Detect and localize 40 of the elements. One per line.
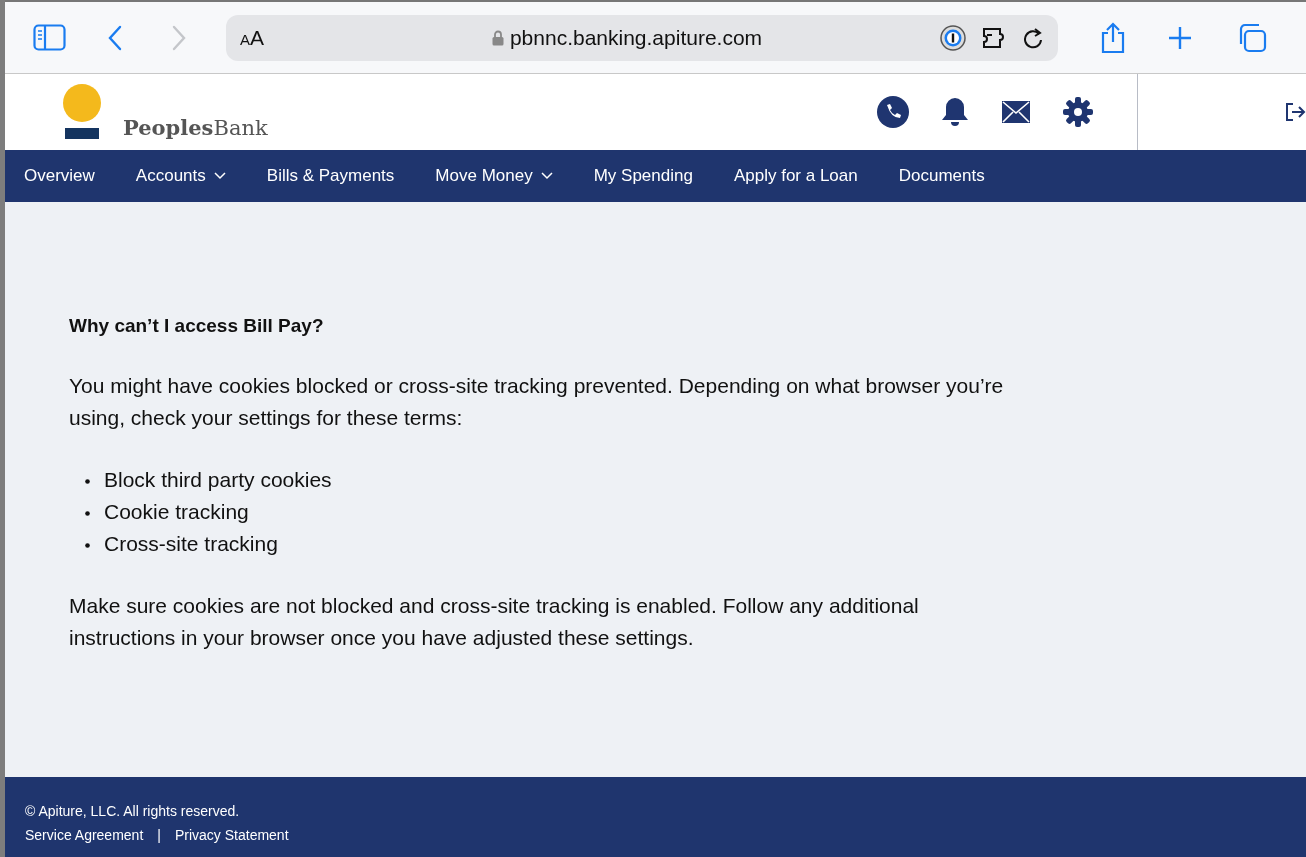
logo-icon: [63, 84, 101, 140]
list-item: Cross-site tracking: [104, 531, 278, 557]
nav-link[interactable]: Accounts: [135, 166, 246, 186]
nav-link[interactable]: Bills & Payments: [266, 166, 415, 186]
bell-icon[interactable]: [940, 96, 970, 128]
help-heading: Why can’t I access Bill Pay?: [69, 314, 325, 338]
lock-icon: [491, 29, 504, 46]
bullet-icon: [85, 478, 90, 484]
nav-link[interactable]: Overview: [24, 166, 115, 186]
footer-link[interactable]: Service Agreement: [25, 823, 144, 847]
help-paragraph: Make sure cookies are not blocked and cross-site tracking is enabled. Follow any additional instructions in your browser once you have adjusted these settings.: [69, 593, 920, 651]
mail-icon[interactable]: [1001, 100, 1031, 124]
help-paragraph: You might have cookies blocked or cross-site tracking prevented. Depending on what browser you’re using, check your settings for these terms:: [69, 373, 1005, 431]
settings-icon[interactable]: [1062, 96, 1094, 128]
logout-icon[interactable]: [1284, 102, 1306, 122]
nav-link[interactable]: Apply for a Loan: [733, 166, 878, 186]
tabs-icon[interactable]: [1237, 22, 1267, 53]
bullet-icon: [85, 510, 90, 516]
nav-link[interactable]: My Spending: [593, 166, 713, 186]
sidebar-icon[interactable]: [33, 24, 66, 51]
url-text: pbnnc.banking.apiture.com: [509, 25, 763, 50]
phone-icon[interactable]: [877, 96, 909, 128]
password-manager-icon[interactable]: [940, 24, 966, 51]
footer-link[interactable]: Privacy Statement: [174, 823, 289, 847]
address-bar[interactable]: AA pbnnc.banking.apiture.com: [226, 14, 1058, 61]
nav-link[interactable]: Move Money: [435, 166, 573, 186]
list-item: Cookie tracking: [104, 499, 249, 525]
reload-icon[interactable]: [1024, 26, 1044, 49]
nav-link[interactable]: Documents: [898, 166, 1005, 186]
share-icon[interactable]: [1100, 21, 1126, 54]
back-icon[interactable]: [108, 24, 122, 51]
copyright-text: © Apiture, LLC. All rights reserved.: [25, 802, 241, 821]
bank-logo-text: PeoplesBank: [123, 115, 268, 140]
new-tab-icon[interactable]: [1168, 25, 1192, 50]
separator: |: [157, 826, 161, 845]
chevron-down-icon: [213, 172, 226, 180]
bullet-icon: [85, 542, 90, 548]
list-item: Block third party cookies: [104, 467, 332, 493]
text-size-button[interactable]: AA: [240, 25, 265, 50]
chevron-down-icon: [540, 172, 553, 180]
